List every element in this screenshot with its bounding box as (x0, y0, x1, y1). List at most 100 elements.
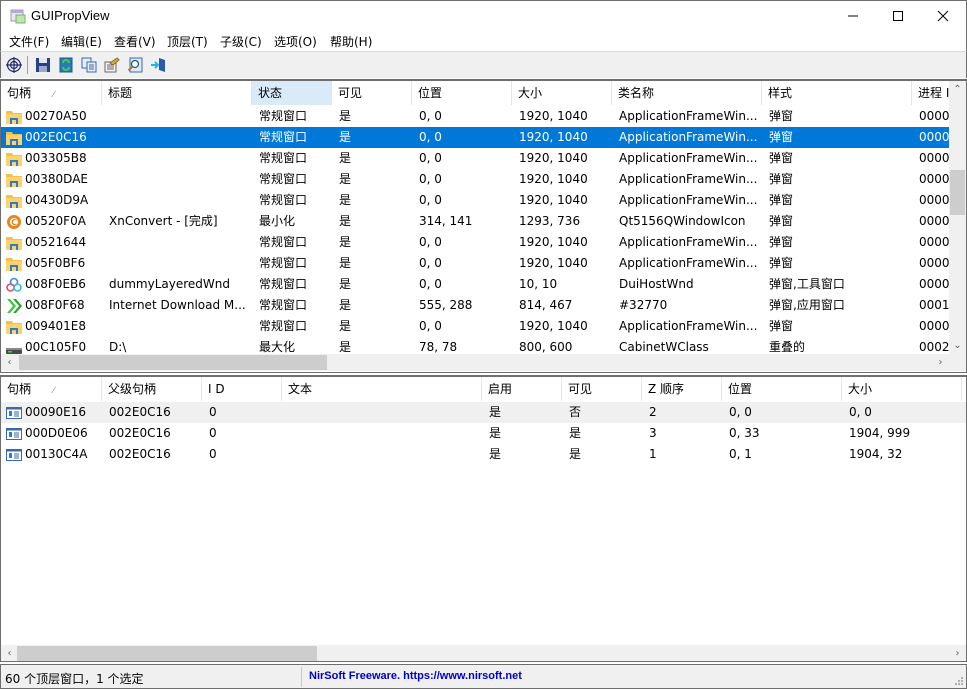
cell-enabled: 是 (489, 447, 502, 461)
cell-handle: 00270A50 (25, 109, 87, 123)
top-vertical-scrollbar[interactable]: ⌃ ⌄ (949, 81, 966, 354)
menu-child[interactable]: 子级(C) (220, 33, 262, 50)
scroll-up-icon[interactable]: ⌃ (949, 81, 966, 98)
column-header-style[interactable]: 样式 (762, 81, 912, 105)
table-row-selected[interactable]: 002E0C16 常规窗口 是 0, 0 1920, 1040 ApplicationFr… (1, 127, 949, 148)
cell-position: 0, 0 (419, 151, 442, 165)
refresh-icon (59, 57, 73, 73)
cell-process: 00001 (919, 172, 949, 186)
cell-style: 弹窗 (769, 235, 794, 249)
refresh-button[interactable] (57, 56, 75, 74)
menu-help[interactable]: 帮助(H) (330, 33, 372, 50)
column-header-enabled[interactable]: 启用 (482, 377, 562, 401)
cell-handle: 005F0BF6 (25, 256, 86, 270)
menu-view[interactable]: 查看(V) (114, 33, 156, 50)
column-header-position[interactable]: 位置 (412, 81, 512, 105)
cell-size: 1920, 1040 (519, 130, 588, 144)
folder-window-icon (6, 235, 22, 251)
cell-parent-handle: 002E0C16 (109, 447, 171, 461)
maximize-button[interactable] (875, 1, 921, 31)
folder-window-icon (6, 151, 22, 167)
cell-position: 0, 0 (419, 256, 442, 270)
properties-button[interactable] (103, 56, 121, 74)
table-row[interactable]: 00130C4A 002E0C16 0 是 是 1 0, 1 1904, 32 (1, 444, 966, 465)
cell-process: 00001 (919, 235, 949, 249)
cell-size: 1920, 1040 (519, 109, 588, 123)
table-row[interactable]: 00430D9A 常规窗口 是 0, 0 1920, 1040 ApplicationFr… (1, 190, 949, 211)
minimize-button[interactable] (830, 1, 876, 31)
cell-state: 常规窗口 (259, 319, 308, 333)
child-window-icon (6, 405, 22, 421)
column-header-process[interactable]: 进程 I (912, 81, 952, 105)
column-header-handle[interactable]: 句柄 ⁄ (1, 81, 102, 105)
table-row[interactable]: 005F0BF6 常规窗口 是 0, 0 1920, 1040 ApplicationFr… (1, 253, 949, 274)
cell-position: 0, 0 (419, 193, 442, 207)
column-header-label: 句柄 (7, 86, 32, 100)
resize-grip-icon[interactable] (953, 675, 963, 685)
column-header-visible[interactable]: 可见 (332, 81, 412, 105)
table-row[interactable]: C 00520F0A XnConvert - [完成] 最小化 是 314, 141 129… (1, 211, 949, 232)
cell-parent-handle: 002E0C16 (109, 426, 171, 440)
bottom-horizontal-scroll-thumb[interactable] (17, 646, 317, 661)
column-header-position[interactable]: 位置 (722, 377, 842, 401)
column-header-parent-handle[interactable]: 父级句柄 (102, 377, 202, 401)
table-row[interactable]: 009401E8 常规窗口 是 0, 0 1920, 1040 ApplicationFr… (1, 316, 949, 337)
cell-position: 0, 0 (419, 109, 442, 123)
copy-button[interactable] (80, 56, 98, 74)
table-row[interactable]: 00380DAE 常规窗口 是 0, 0 1920, 1040 ApplicationFr… (1, 169, 949, 190)
scroll-left-icon[interactable]: ‹ (1, 354, 18, 371)
table-row[interactable]: 003305B8 常规窗口 是 0, 0 1920, 1040 ApplicationFr… (1, 148, 949, 169)
column-header-id[interactable]: I D (202, 377, 282, 401)
scroll-right-icon[interactable]: › (949, 645, 966, 661)
top-horizontal-scrollbar[interactable]: ‹ › (1, 354, 949, 371)
cell-class: #32770 (619, 298, 668, 312)
cell-z-order: 1 (649, 447, 657, 461)
cell-class: ApplicationFrameWin... (619, 109, 758, 123)
cell-enabled: 是 (489, 405, 502, 419)
menu-options[interactable]: 选项(O) (274, 33, 317, 50)
close-button[interactable] (920, 1, 966, 31)
child-window-icon (6, 426, 22, 442)
menu-edit[interactable]: 编辑(E) (61, 33, 102, 50)
column-header-handle[interactable]: 句柄 ⁄ (1, 377, 102, 401)
column-header-z-order[interactable]: Z 顺序 (642, 377, 722, 401)
child-windows-list[interactable]: 句柄 ⁄ 父级句柄 I D 文本 启用 可见 Z 顺序 位置 大小 00090E1… (0, 375, 967, 662)
column-header-size[interactable]: 大小 (842, 377, 962, 401)
top-vertical-scroll-thumb[interactable] (950, 170, 965, 215)
nirsoft-link[interactable]: NirSoft Freeware. https://www.nirsoft.ne… (309, 670, 522, 682)
bottom-horizontal-scrollbar[interactable]: ‹ › (1, 645, 966, 661)
top-horizontal-scroll-thumb[interactable] (19, 355, 327, 370)
scroll-right-icon[interactable]: › (932, 354, 949, 371)
column-header-text[interactable]: 文本 (282, 377, 482, 401)
menu-toplevel[interactable]: 顶层(T) (167, 33, 208, 50)
column-header-state[interactable]: 状态 (252, 81, 332, 105)
status-divider (301, 667, 302, 687)
find-button[interactable] (126, 56, 144, 74)
table-row[interactable]: 00270A50 常规窗口 是 0, 0 1920, 1040 ApplicationFr… (1, 106, 949, 127)
table-row[interactable]: 008F0F68 Internet Download M... 常规窗口 是 555, … (1, 295, 949, 316)
find-window-crosshair-button[interactable] (5, 56, 23, 74)
table-row[interactable]: 000D0E06 002E0C16 0 是 是 3 0, 33 1904, 999 (1, 423, 966, 444)
cell-text (289, 423, 482, 444)
table-row[interactable]: 00090E16 002E0C16 0 是 否 2 0, 0 0, 0 (1, 402, 966, 423)
folder-window-icon (6, 130, 22, 146)
table-row[interactable]: 008F0EB6 dummyLayeredWnd 常规窗口 是 0, 0 10, 10 Du… (1, 274, 949, 295)
top-level-windows-list[interactable]: 句柄 ⁄ 标题 状态 可见 位置 大小 类名称 样式 进程 I 00270A50 常… (0, 79, 967, 373)
sort-arrow-icon: ⁄ (53, 90, 55, 100)
folder-window-icon (6, 256, 22, 272)
column-header-size[interactable]: 大小 (512, 81, 612, 105)
idm-icon (6, 298, 22, 314)
cell-visible: 是 (569, 447, 582, 461)
scroll-left-icon[interactable]: ‹ (1, 645, 18, 661)
save-button[interactable] (34, 56, 52, 74)
cell-handle: 008F0EB6 (25, 277, 86, 291)
column-header-title[interactable]: 标题 (102, 81, 252, 105)
column-header-class[interactable]: 类名称 (612, 81, 762, 105)
cell-visible: 是 (569, 426, 582, 440)
table-row[interactable]: 00521644 常规窗口 是 0, 0 1920, 1040 ApplicationFr… (1, 232, 949, 253)
scroll-down-icon[interactable]: ⌄ (949, 337, 966, 354)
cell-process: 00001 (919, 193, 949, 207)
exit-button[interactable] (149, 56, 167, 74)
menu-file[interactable]: 文件(F) (9, 33, 49, 50)
column-header-visible[interactable]: 可见 (562, 377, 642, 401)
